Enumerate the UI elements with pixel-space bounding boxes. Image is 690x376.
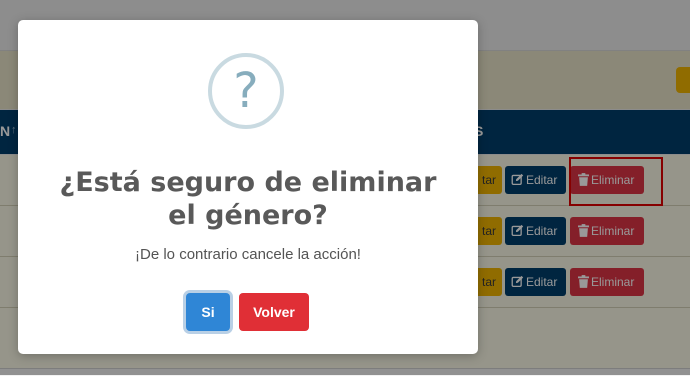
question-icon: ?: [208, 53, 284, 129]
confirm-button[interactable]: Si: [186, 293, 230, 331]
dialog-message: ¡De lo contrario cancele la acción!: [135, 246, 361, 263]
dialog-title: ¿Está seguro de eliminar el género?: [59, 167, 437, 231]
confirm-dialog: ? ¿Está seguro de eliminar el género? ¡D…: [18, 20, 478, 354]
cancel-button[interactable]: Volver: [239, 293, 309, 331]
